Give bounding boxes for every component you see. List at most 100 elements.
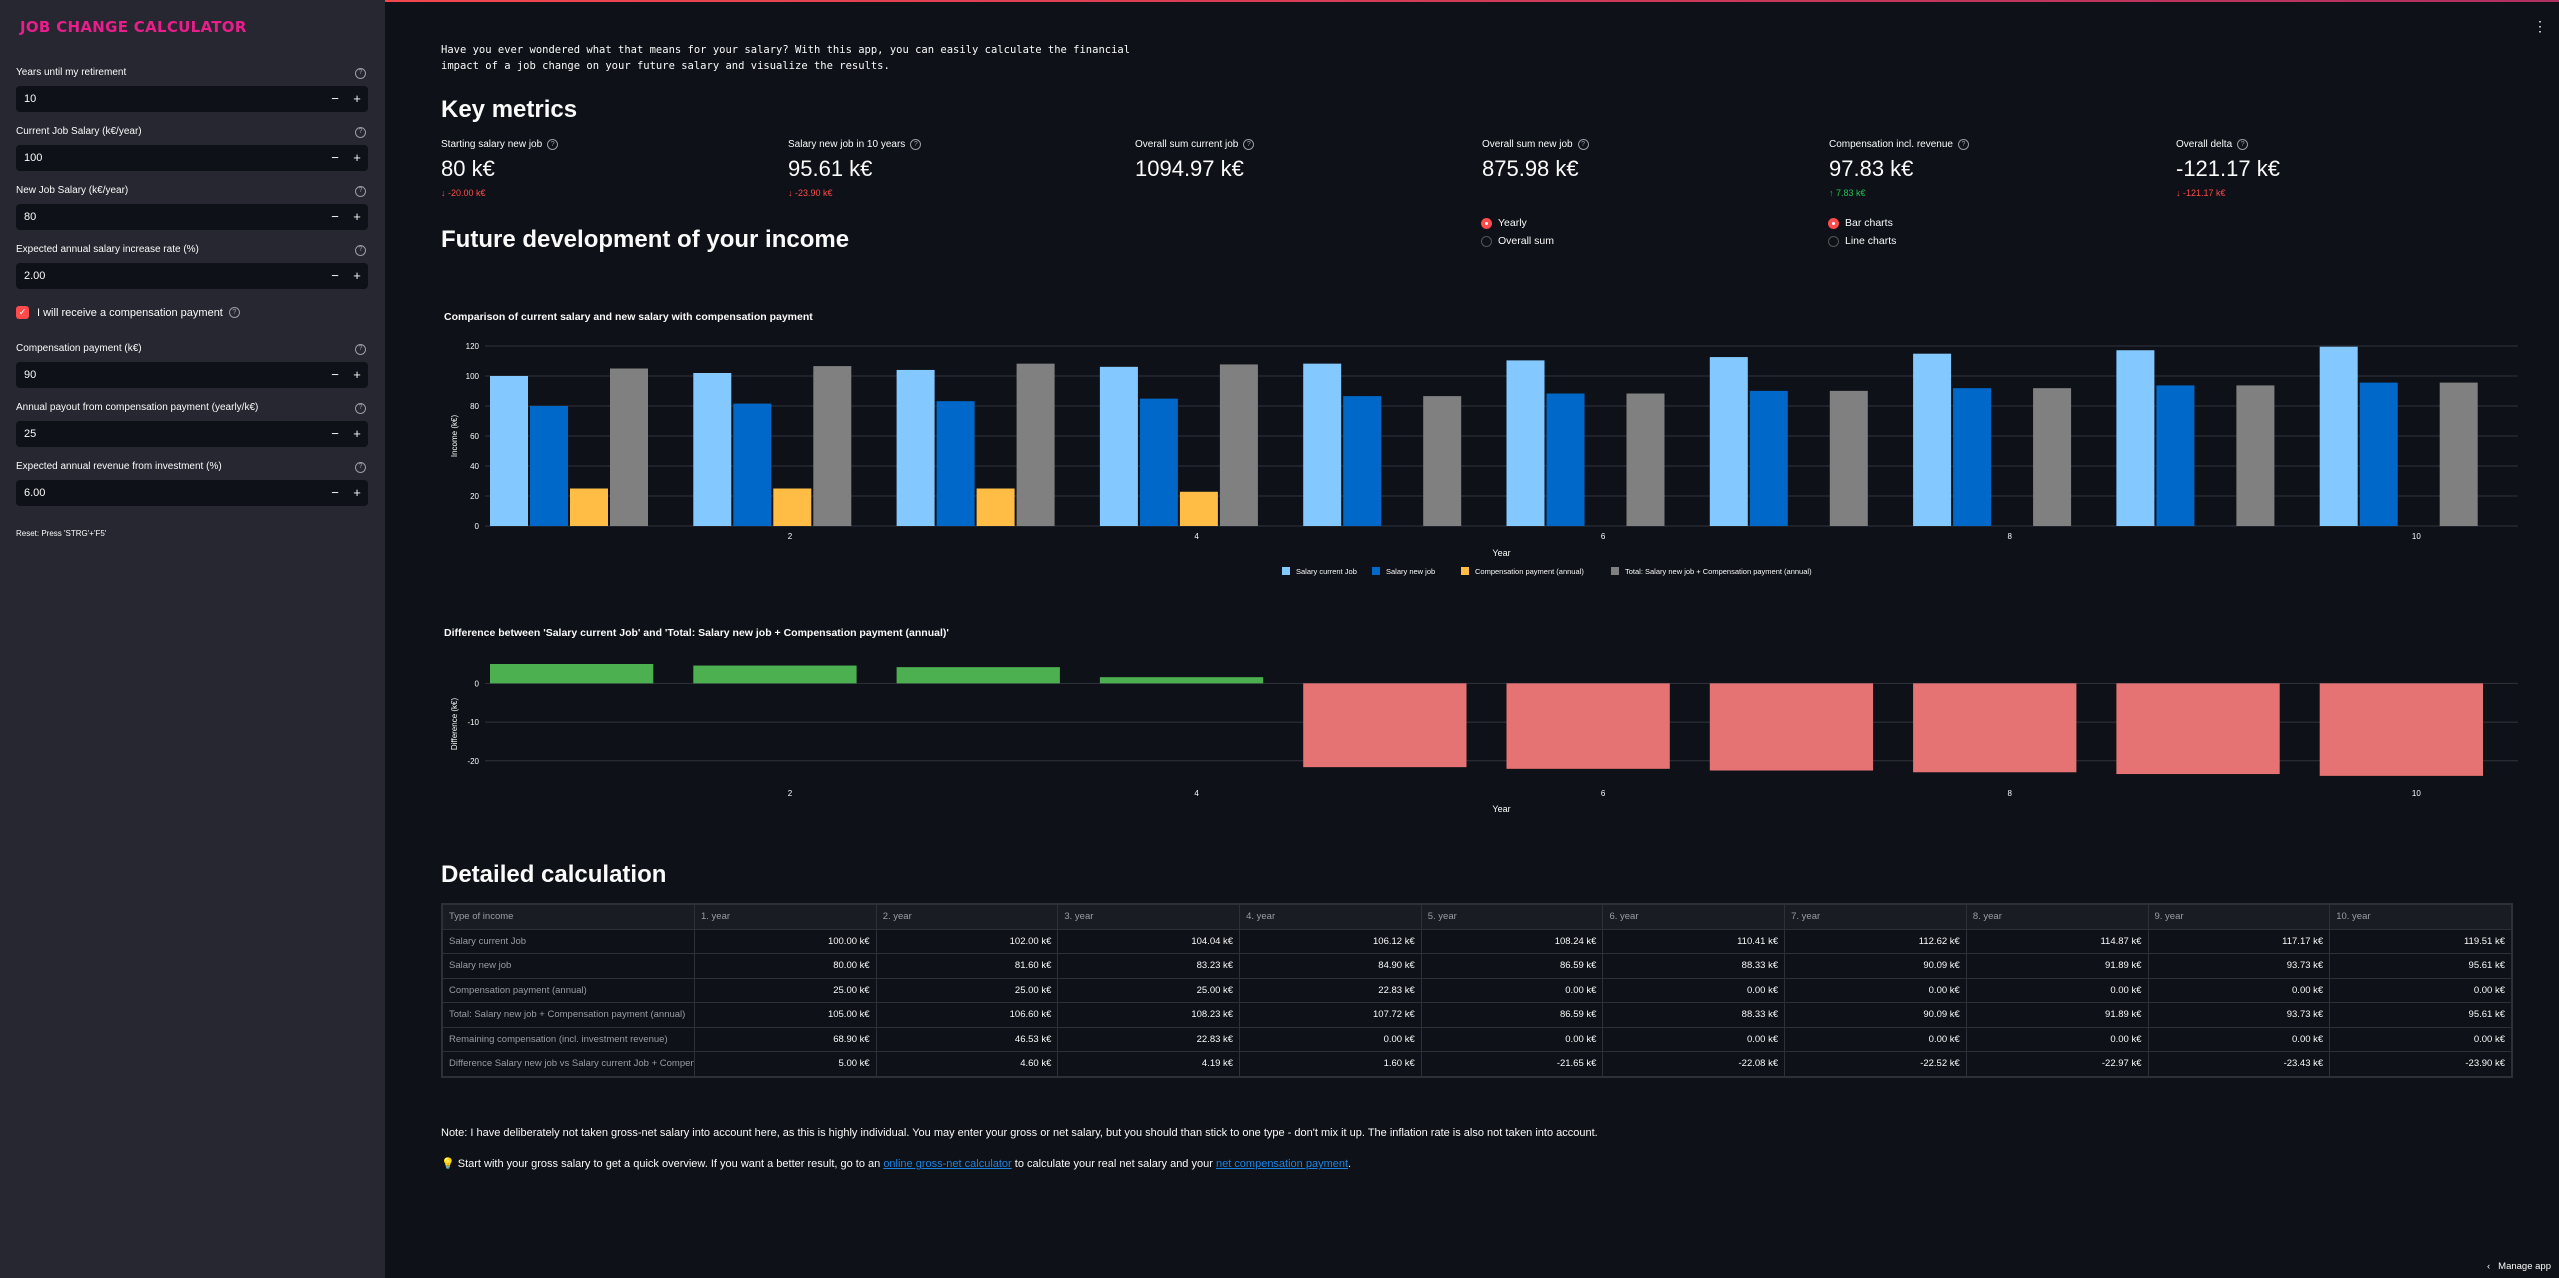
- bar-series-1: [1343, 396, 1382, 526]
- table-cell: 0.00 k€: [2147, 1026, 2331, 1052]
- metric-value: 97.83 k€: [1829, 156, 1914, 181]
- table-cell: 0.00 k€: [1420, 1026, 1604, 1052]
- radio-option[interactable]: Bar charts: [1828, 214, 1896, 232]
- radio-label: Line charts: [1845, 235, 1897, 247]
- help-icon[interactable]: ?: [355, 343, 366, 355]
- radio-button-icon[interactable]: [1828, 235, 1839, 247]
- x-tick-label: 10: [2412, 789, 2421, 798]
- bar-series-3: [2439, 382, 2478, 526]
- table-cell: 91.89 k€: [1965, 1002, 2149, 1028]
- detail-heading: Detailed calculation: [441, 861, 667, 888]
- radio-button-icon[interactable]: [1481, 235, 1492, 247]
- x-tick-label: 2: [788, 532, 793, 541]
- help-icon[interactable]: ?: [1577, 139, 1589, 150]
- radio-option[interactable]: Line charts: [1828, 232, 1896, 250]
- help-icon[interactable]: ?: [355, 126, 366, 138]
- table-cell: 112.62 k€: [1784, 928, 1967, 954]
- decrement-button[interactable]: −: [324, 145, 346, 171]
- decrement-button[interactable]: −: [324, 86, 346, 112]
- table-cell: 81.60 k€: [875, 953, 1059, 979]
- number-input-value[interactable]: 6.00: [16, 480, 324, 506]
- radio-option[interactable]: Overall sum: [1481, 232, 1554, 250]
- help-icon[interactable]: ?: [1243, 139, 1255, 150]
- radio-option[interactable]: Yearly: [1481, 214, 1554, 232]
- manage-app-button[interactable]: ‹ Manage app: [2487, 1261, 2551, 1272]
- radio-label: Yearly: [1498, 217, 1527, 229]
- radio-label: Bar charts: [1845, 217, 1893, 229]
- help-icon[interactable]: ?: [2237, 139, 2249, 150]
- decrement-button[interactable]: −: [324, 204, 346, 230]
- y-tick-label: 0: [475, 522, 480, 531]
- table-cell: 106.12 k€: [1239, 928, 1422, 954]
- increment-button[interactable]: +: [346, 421, 368, 447]
- help-icon[interactable]: ?: [355, 244, 366, 256]
- number-input[interactable]: 25− +: [16, 421, 368, 447]
- decrement-button[interactable]: −: [324, 480, 346, 506]
- increment-button[interactable]: +: [346, 263, 368, 289]
- help-icon[interactable]: ?: [355, 402, 366, 414]
- y-tick-label: 20: [470, 492, 479, 501]
- decrement-button[interactable]: −: [324, 362, 346, 388]
- help-icon[interactable]: ?: [355, 185, 366, 197]
- field-label-row: Annual payout from compensation payment …: [16, 401, 368, 415]
- gross-net-calculator-link[interactable]: online gross-net calculator: [883, 1158, 1011, 1170]
- radio-button-icon[interactable]: [1828, 217, 1839, 229]
- number-input[interactable]: 2.00− +: [16, 263, 368, 289]
- help-icon[interactable]: ?: [228, 307, 240, 318]
- number-input[interactable]: 6.00− +: [16, 480, 368, 506]
- number-input-value[interactable]: 100: [16, 145, 324, 171]
- table-row: Total: Salary new job + Compensation pay…: [442, 1002, 2512, 1028]
- number-input-value[interactable]: 25: [16, 421, 324, 447]
- decrement-button[interactable]: −: [324, 263, 346, 289]
- compensation-field-2: Expected annual revenue from investment …: [16, 460, 368, 506]
- metric-label: Overall delta: [2176, 139, 2233, 150]
- help-icon[interactable]: ?: [1957, 139, 1969, 150]
- help-icon[interactable]: ?: [910, 139, 922, 150]
- help-icon[interactable]: ?: [355, 67, 366, 79]
- compensation-checkbox-row[interactable]: ✓ I will receive a compensation payment?: [16, 306, 242, 319]
- metric-label: Overall sum new job: [1482, 139, 1573, 150]
- main-menu-icon[interactable]: ⋮: [2533, 18, 2547, 35]
- help-icon[interactable]: ?: [547, 139, 559, 150]
- future-heading: Future development of your income: [441, 226, 850, 253]
- field-label-row: Years until my retirement?: [16, 66, 368, 80]
- y-tick-label: -10: [467, 718, 479, 727]
- radio-button-icon[interactable]: [1481, 217, 1492, 229]
- radio-label: Overall sum: [1498, 235, 1555, 247]
- increment-button[interactable]: +: [346, 480, 368, 506]
- number-input-value[interactable]: 10: [16, 86, 324, 112]
- compensation-checkbox[interactable]: ✓: [16, 306, 29, 319]
- table-cell: 95.61 k€: [2329, 1002, 2512, 1028]
- x-tick-label: 8: [2008, 789, 2013, 798]
- number-input[interactable]: 90− +: [16, 362, 368, 388]
- table-body: Salary current Job 100.00 k€ 102.00 k€ 104.…: [442, 928, 2512, 1077]
- number-input[interactable]: 10− +: [16, 86, 368, 112]
- table-cell: 95.61 k€: [2329, 953, 2512, 979]
- net-compensation-link[interactable]: net compensation payment: [1216, 1158, 1348, 1170]
- table-cell: 4.60 k€: [875, 1051, 1059, 1077]
- field-label-row: Current Job Salary (k€/year)?: [16, 125, 368, 139]
- help-icon[interactable]: ?: [355, 461, 366, 473]
- number-input-value[interactable]: 90: [16, 362, 324, 388]
- row-label: Salary current Job: [442, 928, 695, 954]
- column-header: 7. year: [1784, 904, 1967, 930]
- increment-button[interactable]: +: [346, 362, 368, 388]
- number-input[interactable]: 80− +: [16, 204, 368, 230]
- increment-button[interactable]: +: [346, 145, 368, 171]
- y-axis-label: Difference (k€): [450, 698, 459, 751]
- decrement-button[interactable]: −: [324, 421, 346, 447]
- bar-series-0: [490, 376, 528, 526]
- table-cell: 68.90 k€: [694, 1026, 877, 1052]
- number-input-value[interactable]: 2.00: [16, 263, 324, 289]
- table-cell: 108.24 k€: [1420, 928, 1604, 954]
- bar-series-0: [896, 369, 935, 526]
- sidebar-field-0: Years until my retirement? 10− +: [16, 66, 368, 112]
- increment-button[interactable]: +: [346, 86, 368, 112]
- metric-value: -121.17 k€: [2176, 156, 2280, 181]
- increment-button[interactable]: +: [346, 204, 368, 230]
- table-cell: 107.72 k€: [1239, 1002, 1422, 1028]
- bar-series-3: [1219, 364, 1258, 526]
- number-input[interactable]: 100− +: [16, 145, 368, 171]
- number-input-value[interactable]: 80: [16, 204, 324, 230]
- table-cell: 93.73 k€: [2147, 953, 2331, 979]
